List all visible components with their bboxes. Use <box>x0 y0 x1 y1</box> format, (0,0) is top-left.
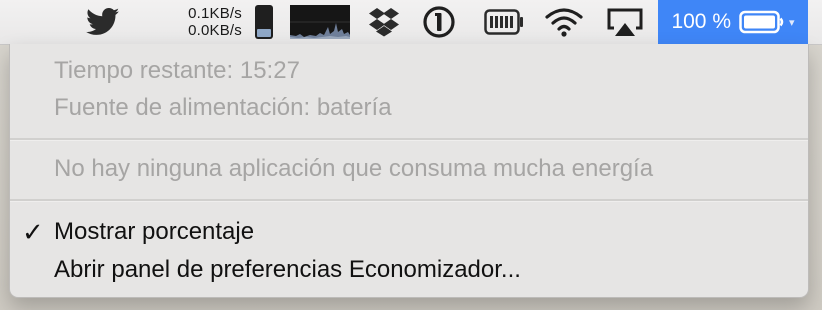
open-energy-preferences-item[interactable]: Abrir panel de preferencias Economizador… <box>10 251 808 289</box>
energy-status-item: No hay ninguna aplicación que consuma mu… <box>10 150 808 188</box>
open-energy-preferences-label: Abrir panel de preferencias Economizador… <box>54 256 521 283</box>
airplay-icon[interactable] <box>602 0 648 44</box>
wifi-icon[interactable] <box>540 0 588 44</box>
power-source-item: Fuente de alimentación: batería <box>10 89 808 127</box>
show-percentage-label: Mostrar porcentaje <box>54 218 255 245</box>
time-remaining-label: Tiempo restante: 15:27 <box>54 57 300 84</box>
battery-status-menu[interactable]: 100 % ▾ <box>658 0 808 44</box>
network-speed-readout[interactable]: 0.1KB/s 0.0KB/s <box>162 0 242 44</box>
energy-status-label: No hay ninguna aplicación que consuma mu… <box>54 155 654 182</box>
activity-graph-icon[interactable] <box>288 0 352 44</box>
menu-bar: 0.1KB/s 0.0KB/s 100 % ▾ <box>0 0 822 45</box>
memory-gauge-icon[interactable] <box>252 0 276 44</box>
upload-speed: 0.1KB/s <box>188 5 242 22</box>
battery-cells-icon[interactable] <box>482 0 526 44</box>
download-speed: 0.0KB/s <box>188 22 242 39</box>
checkmark-icon: ✓ <box>22 217 44 247</box>
battery-icon <box>739 10 785 34</box>
menu-separator <box>10 138 808 141</box>
1password-icon[interactable] <box>420 0 458 44</box>
battery-percent-label: 100 % <box>671 10 731 33</box>
chevron-down-icon: ▾ <box>789 16 795 29</box>
battery-dropdown-menu: Tiempo restante: 15:27 Fuente de aliment… <box>9 44 809 298</box>
dropbox-icon[interactable] <box>364 0 404 44</box>
show-percentage-item[interactable]: ✓ Mostrar porcentaje <box>10 213 808 251</box>
menu-separator <box>10 199 808 202</box>
power-source-label: Fuente de alimentación: batería <box>54 94 392 121</box>
time-remaining-item: Tiempo restante: 15:27 <box>10 52 808 90</box>
twitter-icon[interactable] <box>80 0 126 44</box>
